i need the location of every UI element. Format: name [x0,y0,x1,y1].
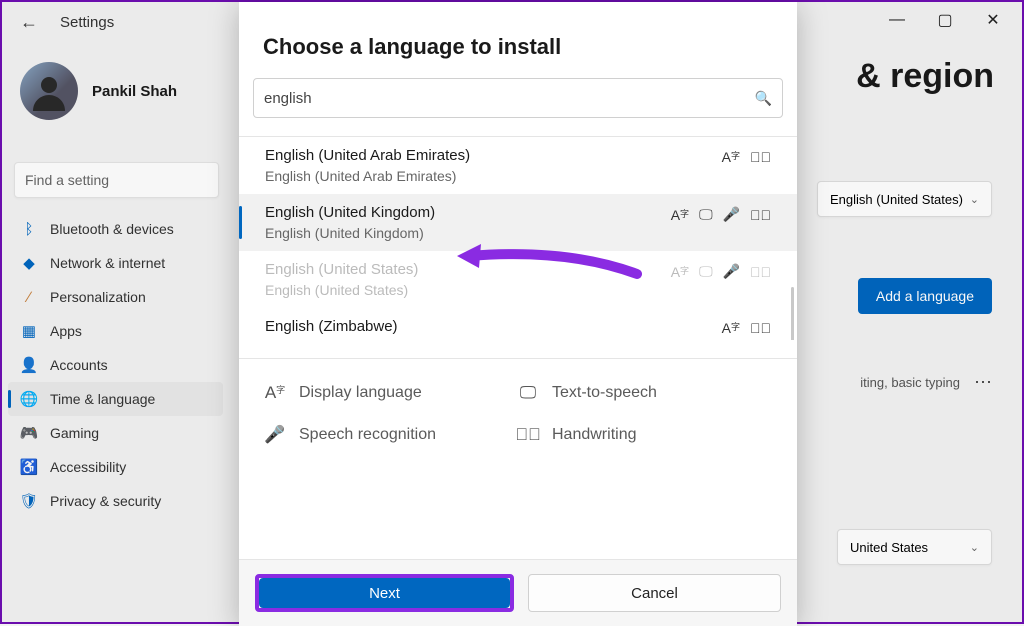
search-field[interactable] [264,90,755,107]
legend-handwriting: ✎⃞ Handwriting [518,425,771,445]
language-result-uae[interactable]: English (United Arab Emirates) English (… [239,137,797,194]
language-name-primary: English (United States) [265,261,418,278]
display-language-icon: A字 [265,383,285,403]
speech-recognition-icon: 🎤 [265,425,285,445]
handwriting-icon: ✎⃞ [750,264,771,280]
scrollbar[interactable] [791,287,794,340]
language-search-input[interactable]: 🔍 [253,78,783,118]
next-button-highlight: Next [255,574,514,612]
language-name-primary: English (Zimbabwe) [265,318,398,335]
handwriting-icon: ✎⃞ [518,425,538,445]
handwriting-icon: ✎⃞ [750,149,771,165]
language-name-primary: English (United Kingdom) [265,204,435,221]
search-icon: 🔍 [755,90,772,107]
next-button[interactable]: Next [259,578,510,608]
display-language-icon: A字 [671,207,689,223]
feature-legend: A字 Display language 🖵 Text-to-speech 🎤 Spee… [239,359,797,455]
legend-label: Text-to-speech [552,384,657,402]
language-name-secondary: English (United Arab Emirates) [265,168,470,184]
language-name-secondary: English (United Kingdom) [265,225,435,241]
handwriting-icon: ✎⃞ [750,320,771,336]
text-to-speech-icon: 🖵 [699,263,713,280]
dialog-footer: Next Cancel [239,559,797,626]
language-results-list: English (United Arab Emirates) English (… [239,137,797,340]
legend-label: Display language [299,384,422,402]
language-name-primary: English (United Arab Emirates) [265,147,470,164]
display-language-icon: A字 [671,264,689,280]
language-name-secondary: English (United States) [265,282,418,298]
speech-recognition-icon: 🎤 [723,206,740,223]
legend-label: Handwriting [552,426,636,444]
cancel-button[interactable]: Cancel [528,574,781,612]
text-to-speech-icon: 🖵 [518,383,538,403]
legend-text-to-speech: 🖵 Text-to-speech [518,383,771,403]
speech-recognition-icon: 🎤 [723,263,740,280]
handwriting-icon: ✎⃞ [750,207,771,223]
display-language-icon: A字 [722,320,740,336]
text-to-speech-icon: 🖵 [699,206,713,223]
language-result-zimbabwe[interactable]: English (Zimbabwe) A字 ✎⃞ [239,308,797,340]
language-result-us: English (United States) English (United … [239,251,797,308]
language-result-uk[interactable]: English (United Kingdom) English (United… [239,194,797,251]
dialog-title: Choose a language to install [239,2,797,78]
legend-display-language: A字 Display language [265,383,518,403]
choose-language-dialog: Choose a language to install 🔍 English (… [239,2,797,626]
legend-label: Speech recognition [299,426,436,444]
legend-speech-recognition: 🎤 Speech recognition [265,425,518,445]
display-language-icon: A字 [722,149,740,165]
